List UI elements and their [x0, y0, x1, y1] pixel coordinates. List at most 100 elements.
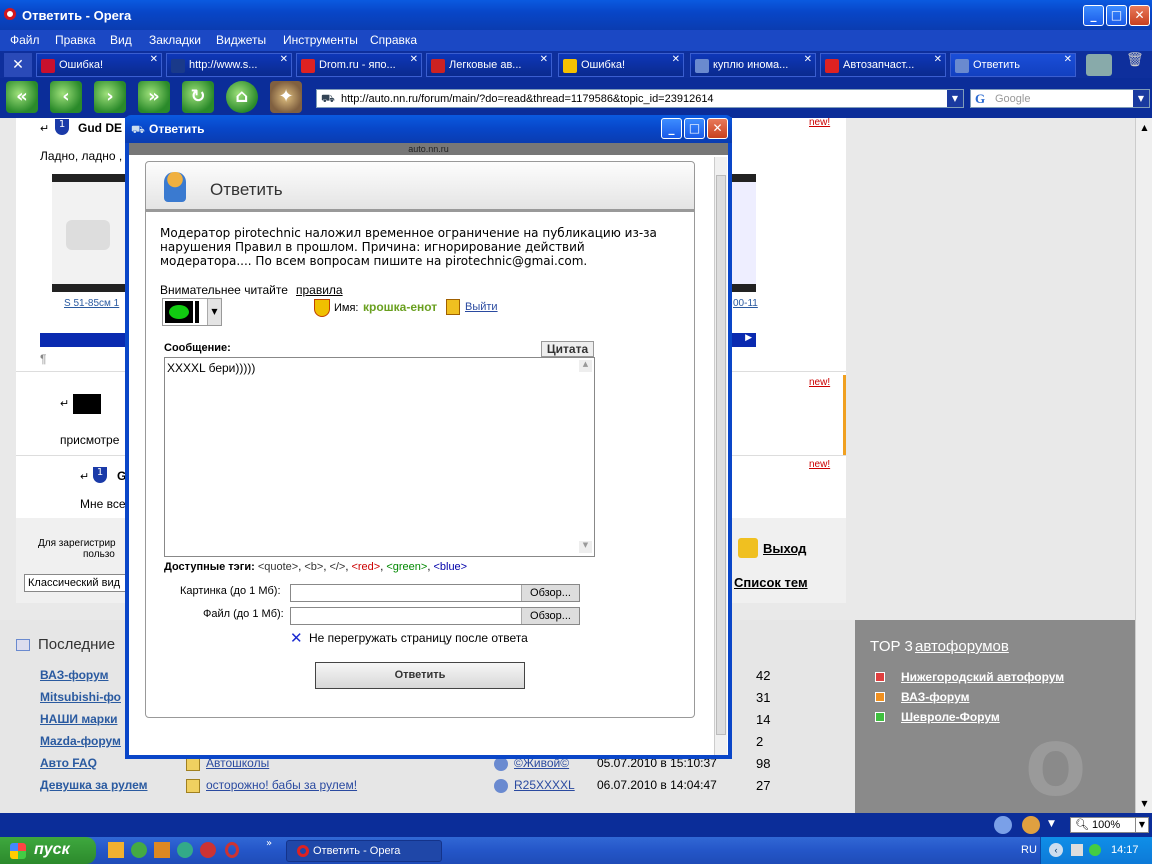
page-scrollbar[interactable]: ▲ ▼ — [1135, 118, 1152, 813]
tag-item[interactable]: <red> — [351, 561, 380, 573]
search-input[interactable]: Google — [995, 93, 1030, 105]
tab-7[interactable]: Автозапчаст... ✕ — [820, 53, 946, 77]
file-input[interactable]: Обзор... — [290, 607, 580, 625]
textarea-scroll-down-icon[interactable]: ▼ — [579, 541, 592, 553]
author-link[interactable]: R25XXXXL — [514, 778, 575, 792]
scroll-down-icon[interactable]: ▼ — [1137, 796, 1152, 811]
message-textarea[interactable]: XXXXL бери))))) — [164, 357, 595, 557]
avatar[interactable] — [73, 394, 101, 414]
tray-app-icon[interactable] — [1089, 844, 1101, 856]
minimize-button[interactable]: _ — [1083, 5, 1104, 26]
forum-link[interactable]: Mazda-форум — [40, 734, 121, 748]
network-icon[interactable] — [1071, 844, 1083, 856]
speed-dial-icon[interactable] — [994, 816, 1012, 834]
tag-item[interactable]: <quote> — [258, 561, 298, 573]
logout-link[interactable]: Выйти — [465, 301, 498, 313]
top3-item-3[interactable]: Шевроле-Форум — [901, 710, 1000, 724]
gallery-next-icon[interactable]: ▶ — [732, 333, 756, 347]
thumbnail-caption[interactable]: S 51-85см 1 — [64, 298, 119, 309]
tab-close-icon[interactable]: ✕ — [150, 54, 158, 65]
menu-view[interactable]: Вид — [110, 33, 132, 47]
menu-file[interactable]: Файл — [10, 33, 40, 47]
rewind-button[interactable]: « — [6, 81, 38, 113]
rules-link[interactable]: правила — [296, 283, 343, 297]
quicklaunch-icon[interactable] — [131, 842, 147, 858]
new-badge[interactable]: new! — [809, 459, 830, 470]
search-box[interactable]: G Google ▼ — [970, 89, 1150, 108]
tab-3[interactable]: Drom.ru - япо... ✕ — [296, 53, 422, 77]
start-button[interactable]: пуск — [0, 837, 96, 864]
tag-item[interactable]: <green> — [386, 561, 427, 573]
address-bar[interactable]: ⛟ http://auto.nn.ru/forum/main/?do=read&… — [316, 89, 964, 108]
menu-tools[interactable]: Инструменты — [283, 33, 358, 47]
user-name[interactable]: крошка-енот — [363, 300, 437, 314]
no-reload-label[interactable]: Не перегружать страницу после ответа — [309, 631, 528, 645]
forum-link[interactable]: ВАЗ-форум — [40, 668, 108, 682]
textarea-scroll-up-icon[interactable]: ▲ — [579, 360, 592, 372]
image-file-input[interactable]: Обзор... — [290, 584, 580, 602]
tab-8[interactable]: Ответить ✕ — [950, 53, 1076, 77]
zoom-control[interactable]: 🔍︎ 100% — [1070, 817, 1136, 833]
turbo-icon[interactable] — [1022, 816, 1040, 834]
new-badge[interactable]: new! — [809, 117, 830, 128]
view-mode-select[interactable]: Классический вид — [24, 574, 126, 592]
file-browse-button[interactable]: Обзор... — [521, 608, 579, 624]
menu-bookmarks[interactable]: Закладки — [149, 33, 201, 47]
tab-close-icon[interactable]: ✕ — [540, 54, 548, 65]
tab-1[interactable]: Ошибка! ✕ — [36, 53, 162, 77]
reload-button[interactable]: ↻ — [182, 81, 214, 113]
topic-link[interactable]: осторожно! бабы за рулем! — [206, 778, 357, 792]
quicklaunch-icon[interactable] — [154, 842, 170, 858]
chevron-down-icon[interactable]: ▼ — [207, 299, 221, 325]
top3-item-2[interactable]: ВАЗ-форум — [901, 690, 969, 704]
tab-6[interactable]: куплю инома... ✕ — [690, 53, 816, 77]
wand-button[interactable]: ✦ — [270, 81, 302, 113]
forward-button[interactable]: › — [94, 81, 126, 113]
top3-title-link[interactable]: автофорумов — [915, 638, 1009, 655]
view-dropdown-icon[interactable]: ▼ — [1048, 819, 1055, 829]
close-button[interactable]: ✕ — [1129, 5, 1150, 26]
tab-close-icon[interactable]: ✕ — [280, 54, 288, 65]
trash-icon[interactable]: 🗑︎ — [1126, 52, 1144, 72]
tab-close-icon[interactable]: ✕ — [934, 54, 942, 65]
gallery-scroller[interactable] — [40, 333, 128, 347]
tray-collapse-icon[interactable]: ‹ — [1049, 843, 1063, 857]
topics-list-link[interactable]: Список тем — [734, 575, 808, 590]
quicklaunch-icon[interactable] — [108, 842, 124, 858]
quicklaunch-more-icon[interactable]: » — [266, 838, 272, 849]
back-button[interactable]: ‹ — [50, 81, 82, 113]
dialog-maximize-button[interactable]: □ — [684, 118, 705, 139]
checkbox-checked-icon[interactable]: ✕ — [290, 629, 303, 647]
home-button[interactable]: ⌂ — [226, 81, 258, 113]
dialog-scroll-thumb[interactable] — [716, 175, 726, 735]
quote-button[interactable]: Цитата — [541, 341, 594, 357]
tab-4[interactable]: Легковые ав... ✕ — [426, 53, 552, 77]
menu-help[interactable]: Справка — [370, 33, 417, 47]
thumbnail-image[interactable] — [52, 174, 128, 292]
new-badge[interactable]: new! — [809, 377, 830, 388]
tab-close-icon[interactable]: ✕ — [672, 54, 680, 65]
dialog-minimize-button[interactable]: _ — [661, 118, 682, 139]
thumbnail-caption-right[interactable]: 00-11 — [733, 298, 758, 309]
language-indicator[interactable]: RU — [1021, 844, 1037, 856]
forum-link[interactable]: Авто FAQ — [40, 756, 97, 770]
chrome-icon[interactable] — [177, 842, 193, 858]
image-browse-button[interactable]: Обзор... — [521, 585, 579, 601]
forum-link[interactable]: Mitsubishi-фо — [40, 690, 121, 704]
tag-item[interactable]: <blue> — [433, 561, 467, 573]
menu-edit[interactable]: Правка — [55, 33, 96, 47]
maximize-button[interactable]: □ — [1106, 5, 1127, 26]
tag-item[interactable]: </> — [329, 561, 345, 573]
tab-close-icon[interactable]: ✕ — [410, 54, 418, 65]
thumbnail-image-right[interactable] — [732, 174, 756, 292]
address-dropdown-button[interactable]: ▼ — [947, 90, 963, 107]
tab-close-icon[interactable]: ✕ — [804, 54, 812, 65]
dialog-close-button[interactable]: ✕ — [707, 118, 728, 139]
exit-link[interactable]: Выход — [763, 541, 806, 556]
scroll-up-icon[interactable]: ▲ — [1137, 120, 1152, 135]
forum-link[interactable]: НАШИ марки — [40, 712, 117, 726]
quicklaunch-icon[interactable] — [200, 842, 216, 858]
top3-item-1[interactable]: Нижегородский автофорум — [901, 670, 1064, 684]
zoom-dropdown-button[interactable]: ▼ — [1135, 817, 1149, 833]
tab-2[interactable]: http://www.s... ✕ — [166, 53, 292, 77]
